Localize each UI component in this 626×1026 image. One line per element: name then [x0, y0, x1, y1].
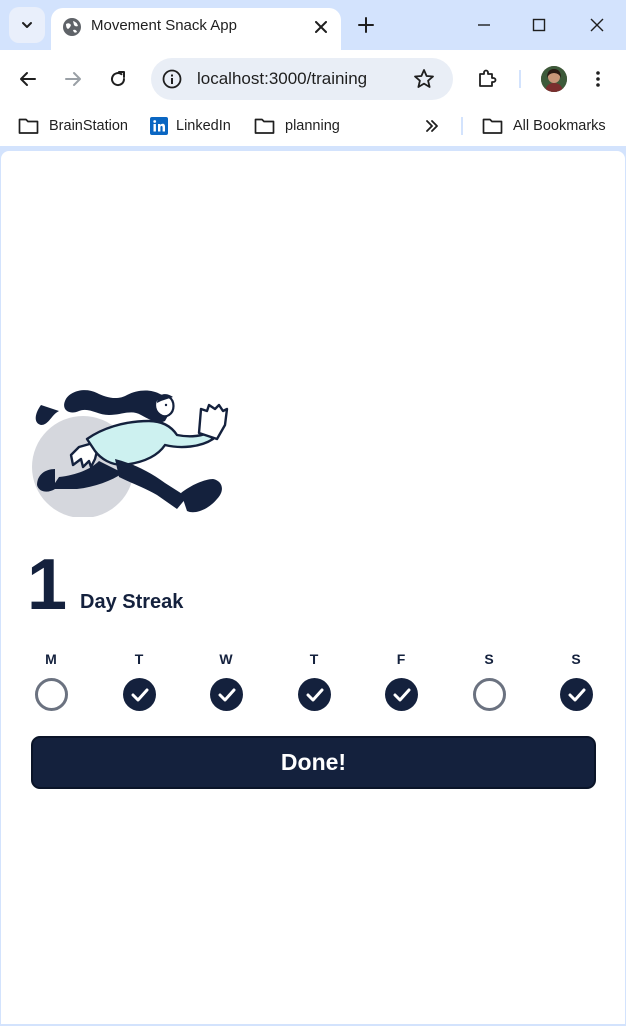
- day-monday: M: [31, 649, 71, 719]
- checkmark-icon: [306, 688, 323, 701]
- bookmark-label: planning: [285, 118, 340, 134]
- puzzle-icon: [479, 69, 497, 87]
- new-tab-button[interactable]: [354, 13, 378, 37]
- day-tuesday: T: [119, 649, 159, 719]
- close-icon: [590, 18, 604, 32]
- bookmark-label: LinkedIn: [176, 118, 231, 134]
- forward-button[interactable]: [61, 67, 85, 91]
- day-saturday: S: [469, 649, 509, 719]
- day-letter: M: [45, 651, 57, 667]
- done-button[interactable]: Done!: [31, 736, 596, 789]
- toolbar-divider: [519, 70, 521, 88]
- globe-icon: [63, 18, 81, 36]
- bookmark-label: BrainStation: [49, 118, 128, 134]
- arrow-right-icon: [65, 72, 81, 86]
- day-complete-indicator: [210, 678, 243, 711]
- info-icon[interactable]: [161, 68, 183, 90]
- minimize-icon: [478, 24, 490, 26]
- close-icon: [315, 21, 327, 33]
- chevron-down-icon: [22, 22, 32, 28]
- day-complete-indicator: [298, 678, 331, 711]
- day-letter: T: [309, 651, 319, 667]
- menu-button[interactable]: [586, 67, 610, 91]
- bookmarks-divider: [461, 117, 463, 135]
- active-tab[interactable]: Movement Snack App: [51, 8, 341, 50]
- day-complete-indicator: [385, 678, 418, 711]
- bookmark-brainstation[interactable]: BrainStation: [18, 115, 128, 137]
- folder-icon: [18, 118, 39, 134]
- address-bar[interactable]: localhost:3000/training: [151, 58, 453, 100]
- day-letter: W: [219, 651, 233, 667]
- maximize-icon: [532, 18, 546, 32]
- day-complete-indicator: [123, 678, 156, 711]
- tab-strip: Movement Snack App: [0, 0, 626, 50]
- all-bookmarks-button[interactable]: All Bookmarks: [482, 115, 606, 137]
- checkmark-icon: [218, 688, 235, 701]
- checkmark-icon: [131, 688, 148, 701]
- day-friday: F: [381, 649, 421, 719]
- day-sunday: S: [556, 649, 596, 719]
- day-letter: T: [134, 651, 144, 667]
- extensions-button[interactable]: [475, 67, 499, 91]
- day-incomplete-indicator: [473, 678, 506, 711]
- day-incomplete-indicator: [35, 678, 68, 711]
- day-letter: F: [396, 651, 406, 667]
- day-thursday: T: [294, 649, 334, 719]
- bookmark-linkedin[interactable]: LinkedIn: [150, 115, 231, 137]
- minimize-button[interactable]: [472, 13, 496, 37]
- folder-icon: [482, 118, 503, 134]
- streak-label: Day Streak: [80, 591, 184, 613]
- tab-search-button[interactable]: [9, 7, 45, 43]
- tab-close-button[interactable]: [310, 16, 332, 38]
- more-vertical-icon: [596, 71, 600, 87]
- bookmark-planning[interactable]: planning: [254, 115, 340, 137]
- tab-title: Movement Snack App: [91, 17, 237, 34]
- browser-toolbar: localhost:3000/training: [0, 50, 626, 108]
- double-chevron-right-icon: [426, 120, 438, 132]
- window-close-button[interactable]: [585, 13, 609, 37]
- bookmarks-bar: BrainStation LinkedIn planning All Bookm…: [0, 108, 626, 146]
- linkedin-icon: [150, 117, 168, 135]
- day-letter: S: [484, 651, 494, 667]
- arrow-left-icon: [20, 72, 36, 86]
- all-bookmarks-label: All Bookmarks: [513, 118, 606, 134]
- plus-icon: [358, 17, 374, 33]
- week-tracker: M T W T F S S: [31, 649, 597, 719]
- checkmark-icon: [568, 688, 585, 701]
- streak-count: 1: [27, 545, 68, 625]
- day-letter: S: [571, 651, 581, 667]
- reload-button[interactable]: [106, 67, 130, 91]
- profile-photo-icon: [541, 66, 567, 92]
- day-wednesday: W: [206, 649, 246, 719]
- checkmark-icon: [393, 688, 410, 701]
- profile-avatar[interactable]: [541, 66, 567, 92]
- star-icon[interactable]: [412, 67, 436, 91]
- maximize-button[interactable]: [527, 13, 551, 37]
- reload-icon: [111, 71, 126, 87]
- back-button[interactable]: [16, 67, 40, 91]
- folder-icon: [254, 118, 275, 134]
- day-complete-indicator: [560, 678, 593, 711]
- running-woman-illustration: [32, 390, 229, 517]
- url-text[interactable]: localhost:3000/training: [197, 69, 367, 89]
- more-bookmarks-button[interactable]: [424, 115, 440, 137]
- page-content: 1 Day Streak M T W T F S S Done!: [1, 151, 625, 1024]
